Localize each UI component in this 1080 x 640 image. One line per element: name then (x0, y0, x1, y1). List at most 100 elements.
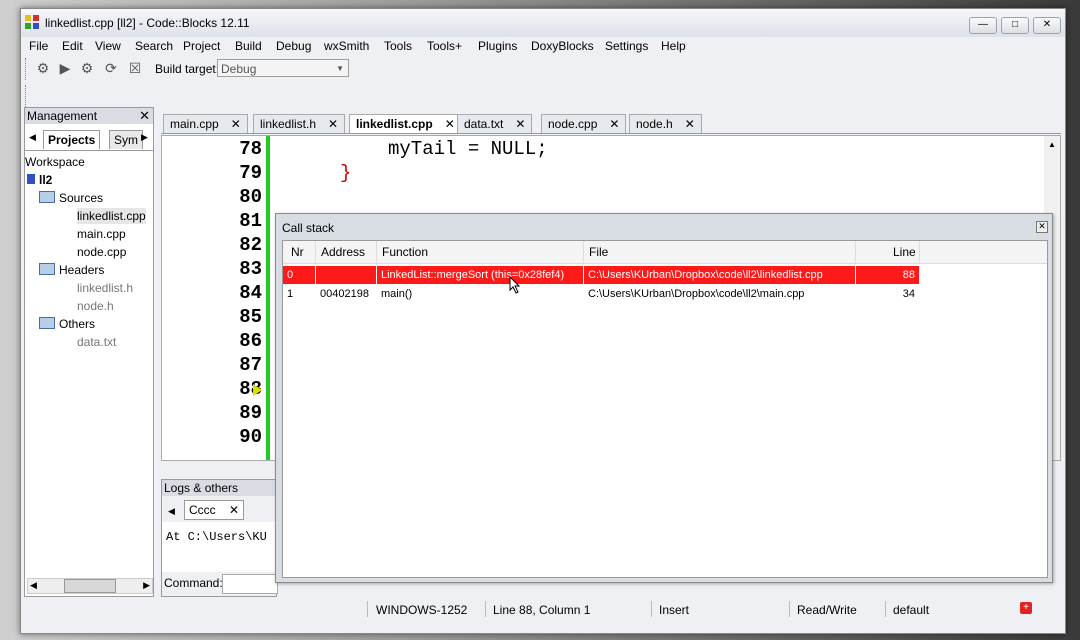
column-function[interactable]: Function (382, 245, 428, 259)
row-file: C:\Users\KUrban\Dropbox\code\ll2\linkedl… (584, 266, 855, 284)
tree-project[interactable]: ll2 (27, 172, 52, 188)
menu-view[interactable]: View (95, 39, 121, 53)
close-icon[interactable]: ✕ (1036, 221, 1048, 233)
scroll-thumb[interactable] (64, 579, 116, 593)
column-line[interactable]: Line (893, 245, 916, 259)
management-header: Management ✕ (25, 108, 153, 124)
call-stack-row[interactable]: 0 LinkedList::mergeSort (this=0x28fef4) … (283, 266, 1047, 284)
maximize-button[interactable]: □ (1001, 17, 1029, 34)
close-icon[interactable]: ✕ (139, 108, 150, 124)
tree-file-linkedlist-cpp[interactable]: linkedlist.cpp (77, 208, 146, 224)
tab-scroll-left-icon[interactable]: ◀ (29, 132, 36, 143)
rebuild-icon[interactable]: ⟳ (103, 60, 119, 76)
close-icon[interactable]: ✕ (685, 117, 695, 131)
scroll-right-icon[interactable]: ▶ (143, 580, 150, 591)
build-target-select[interactable]: Debug ▼ (217, 59, 349, 77)
run-icon[interactable]: ▶ (57, 60, 73, 76)
menu-file[interactable]: File (29, 39, 48, 53)
menu-project[interactable]: Project (183, 39, 220, 53)
toolbar-grip[interactable] (25, 58, 29, 80)
tree-folder-headers[interactable]: Headers (39, 262, 104, 278)
menu-plugins[interactable]: Plugins (478, 39, 517, 53)
management-hscrollbar[interactable]: ◀ ▶ (27, 578, 153, 594)
code-line-79: } (340, 162, 352, 184)
tab-scroll-left-icon[interactable]: ◀ (168, 506, 175, 517)
column-divider[interactable] (919, 241, 920, 263)
tab-linkedlist-h[interactable]: linkedlist.h ✕ (253, 114, 346, 133)
status-divider (885, 601, 886, 617)
menu-tools[interactable]: Tools (384, 39, 412, 53)
menu-debug[interactable]: Debug (276, 39, 311, 53)
management-panel: Management ✕ ◀ Projects Sym ▶ Workspace … (24, 107, 154, 597)
tree-file-node-cpp[interactable]: node.cpp (77, 244, 126, 260)
tab-cccc[interactable]: Cccc ✕ (184, 500, 245, 520)
line-number: 80 (239, 186, 262, 208)
row-function: main() (381, 288, 413, 300)
column-file[interactable]: File (589, 245, 608, 259)
error-indicator-icon[interactable]: + (1020, 602, 1032, 614)
codeblocks-icon (25, 15, 39, 29)
scroll-up-icon[interactable]: ▲ (1048, 140, 1056, 149)
tree-file-linkedlist-h[interactable]: linkedlist.h (77, 280, 133, 296)
call-stack-title: Call stack (282, 221, 335, 235)
row-nr: 1 (287, 288, 294, 300)
menu-search[interactable]: Search (135, 39, 173, 53)
menu-edit[interactable]: Edit (62, 39, 83, 53)
row-line: 88 (856, 266, 919, 284)
tab-node-h[interactable]: node.h ✕ (629, 114, 702, 133)
close-icon[interactable]: ✕ (328, 117, 338, 131)
tab-main-cpp[interactable]: main.cpp ✕ (163, 114, 248, 133)
build-gear-icon[interactable]: ⚙ (35, 60, 51, 76)
build-run-icon[interactable]: ⚙ (79, 60, 95, 76)
minimize-button[interactable]: — (969, 17, 997, 34)
build-target-label: Build target: (155, 62, 220, 76)
line-number: 78 (239, 138, 262, 160)
column-address[interactable]: Address (321, 245, 365, 259)
column-divider[interactable] (583, 241, 584, 263)
command-input[interactable] (222, 574, 278, 594)
menu-settings[interactable]: Settings (605, 39, 648, 53)
menu-wxsmith[interactable]: wxSmith (324, 39, 369, 53)
column-nr[interactable]: Nr (291, 245, 304, 259)
close-icon[interactable]: ✕ (231, 117, 241, 131)
line-number: 86 (239, 330, 262, 352)
menu-tools-plus[interactable]: Tools+ (427, 39, 462, 53)
toolbar-grip-2[interactable] (25, 85, 29, 107)
tab-linkedlist-cpp[interactable]: linkedlist.cpp ✕ (349, 114, 462, 133)
tree-file-node-h[interactable]: node.h (77, 298, 114, 314)
tree-file-main-cpp[interactable]: main.cpp (77, 226, 126, 242)
tab-symbols[interactable]: Sym (109, 130, 143, 149)
menu-help[interactable]: Help (661, 39, 686, 53)
close-icon[interactable]: ✕ (445, 117, 455, 131)
row-nr: 0 (283, 266, 315, 284)
line-number-gutter: 78 79 80 81 82 83 84 85 86 87 88 89 90 (162, 136, 266, 460)
tab-label: linkedlist.cpp (356, 117, 433, 131)
row-file: C:\Users\KUrban\Dropbox\code\ll2\main.cp… (588, 288, 805, 300)
close-icon[interactable]: ✕ (515, 117, 525, 131)
tab-scroll-right-icon[interactable]: ▶ (141, 132, 148, 143)
tab-projects[interactable]: Projects (43, 130, 101, 149)
line-number: 82 (239, 234, 262, 256)
menu-doxyblocks[interactable]: DoxyBlocks (531, 39, 594, 53)
menu-build[interactable]: Build (235, 39, 262, 53)
call-stack-row[interactable]: 1 00402198 main() C:\Users\KUrban\Dropbo… (283, 285, 1047, 303)
scroll-left-icon[interactable]: ◀ (30, 580, 37, 591)
column-divider[interactable] (315, 241, 316, 263)
tree-file-data-txt[interactable]: data.txt (77, 334, 116, 350)
status-divider (789, 601, 790, 617)
tab-data-txt[interactable]: data.txt ✕ (457, 114, 533, 133)
tree-workspace[interactable]: Workspace (25, 154, 85, 170)
row-function: LinkedList::mergeSort (this=0x28fef4) (377, 266, 583, 284)
tab-label: linkedlist.h (260, 117, 317, 131)
tree-folder-others[interactable]: Others (39, 316, 95, 332)
column-divider[interactable] (855, 241, 856, 263)
call-stack-list[interactable]: Nr Address Function File Line 0 LinkedLi… (282, 240, 1048, 578)
close-button[interactable]: ✕ (1033, 17, 1061, 34)
column-divider[interactable] (376, 241, 377, 263)
tree-folder-sources[interactable]: Sources (39, 190, 103, 206)
abort-icon[interactable]: ☒ (127, 60, 143, 76)
status-profile: default (893, 603, 930, 617)
close-icon[interactable]: ✕ (609, 117, 619, 131)
tab-node-cpp[interactable]: node.cpp ✕ (541, 114, 627, 133)
close-icon[interactable]: ✕ (229, 503, 239, 517)
